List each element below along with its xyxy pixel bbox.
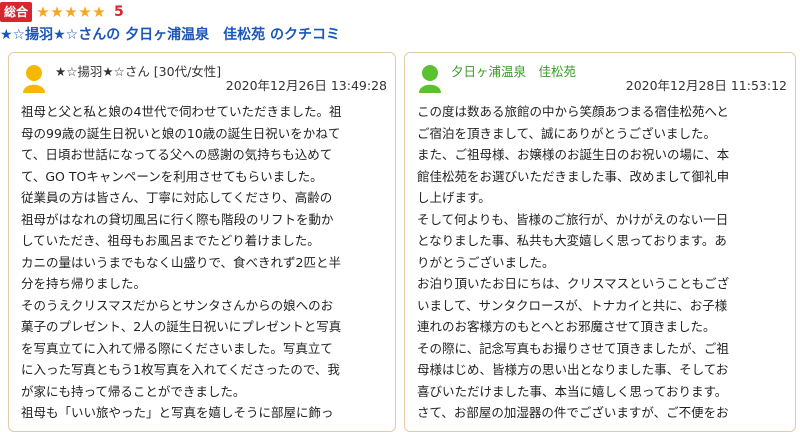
review-line: 分を持ち帰りました。 xyxy=(21,276,147,291)
reviewer-name: ★☆揚羽★☆さん [30代/女性] xyxy=(55,64,222,79)
reply-line: 館佳松苑をお選びいただきました事、改めまして御礼申 xyxy=(417,168,730,184)
review-date: 2020年12月26日 13:49:28 xyxy=(225,78,387,93)
reply-line: また、ご祖母様、お嬢様のお誕生日のお祝いの場に、本 xyxy=(417,147,730,162)
star-rating: ★ ★ ★ ★ ★ xyxy=(36,4,106,20)
star-icon: ★ xyxy=(92,3,106,21)
reply-line: し上げます。 xyxy=(417,190,491,205)
rating-score: 5 xyxy=(114,4,124,20)
reply-body: この度は数ある旅館の中から笑顔あつまる宿佳松苑へと ご宿泊を頂きまして、誠にあり… xyxy=(417,101,787,424)
review-line: が家にも持って帰ることができました。 xyxy=(21,383,246,399)
review-line: を写真立てに入れて帰る際にくださいました。写真立て xyxy=(21,340,333,356)
review-line: 母の99歳の誕生日祝いと娘の10歳の誕生日祝いをかねて xyxy=(21,125,341,141)
reply-date: 2020年12月28日 11:53:12 xyxy=(625,78,787,93)
rating-row: 総合 ★ ★ ★ ★ ★ 5 xyxy=(0,2,124,22)
reply-line: 連れのお客様方のもとへとお邪魔させて頂きました。 xyxy=(417,319,716,334)
user-avatar-icon xyxy=(23,65,45,93)
reply-line: 喜びいただけました事、本当に嬉しく思っております。 xyxy=(417,383,728,399)
review-line: 祖母がはなれの貸切風呂に行く際も階段のリフトを動か xyxy=(21,211,334,227)
review-line: そのうえクリスマスだからとサンタさんからの娘へのお xyxy=(21,297,334,313)
review-line: 従業員の方は皆さん、丁寧に対応してくださり、高齢の xyxy=(21,190,333,205)
review-line: カニの量はいうまでもなく山盛りで、食べきれず2匹と半 xyxy=(21,254,341,270)
star-icon: ★ xyxy=(78,3,92,21)
review-line: 祖母も「いい旅やった」と写真を嬉しそうに部屋に飾っ xyxy=(21,405,334,420)
reply-line: その際に、記念写真もお撮りさせて頂きましたが、ご祖 xyxy=(417,340,729,356)
reply-line: いまして、サンタクロースが、トナカイと共に、お子様 xyxy=(417,297,728,313)
guest-review-header: ★☆揚羽★☆さん [30代/女性] 2020年12月26日 13:49:28 xyxy=(9,53,395,95)
review-line: に入った写真ともう1枚写真を入れてくださったので、我 xyxy=(21,362,340,377)
reply-line: りがとうございました。 xyxy=(417,254,555,270)
star-icon: ★ xyxy=(50,3,64,21)
star-icon: ★ xyxy=(36,3,50,21)
reply-line: となりました事、私共も大変嬉しく思っております。あ xyxy=(417,233,727,248)
review-line: て、日頃お世話になってる父への感謝の気持ちも込めて xyxy=(21,147,333,162)
reply-line: ご宿泊を頂きまして、誠にありがとうございました。 xyxy=(417,125,717,141)
hotel-reply-header: 夕日ヶ浦温泉 佳松苑 2020年12月28日 11:53:12 xyxy=(405,53,795,95)
review-title[interactable]: ★☆揚羽★☆さんの 夕日ヶ浦温泉 佳松苑 のクチコミ xyxy=(0,24,340,44)
reply-line: この度は数ある旅館の中から笑顔あつまる宿佳松苑へと xyxy=(417,104,729,119)
reply-line: 母様はじめ、皆様方の思い出となりました事、そしてお xyxy=(417,362,729,377)
reply-line: そして何よりも、皆様のご旅行が、かけがえのない一日 xyxy=(417,211,729,227)
review-line: て、GO TOキャンペーンを利用させてもらいました。 xyxy=(21,168,323,184)
reply-line: さて、お部屋の加湿器の件でございますが、ご不便をお xyxy=(417,405,729,420)
guest-review-card: ★☆揚羽★☆さん [30代/女性] 2020年12月26日 13:49:28 祖… xyxy=(8,52,396,432)
review-body: 祖母と父と私と娘の4世代で伺わせていただきました。祖 母の99歳の誕生日祝いと娘… xyxy=(21,101,383,424)
review-line: 祖母と父と私と娘の4世代で伺わせていただきました。祖 xyxy=(21,104,342,119)
hotel-name: 夕日ヶ浦温泉 佳松苑 xyxy=(451,64,577,79)
star-icon: ★ xyxy=(64,3,78,21)
review-line: していただき、祖母もお風呂までたどり着けました。 xyxy=(21,233,320,248)
hotel-avatar-icon xyxy=(419,65,441,93)
reply-line: お泊り頂いたお日にちは、クリスマスということもござ xyxy=(417,276,730,291)
review-line: 菓子のプレゼント、2人の誕生日祝いにプレゼントと写真 xyxy=(21,319,342,334)
overall-badge: 総合 xyxy=(0,2,33,22)
hotel-reply-card: 夕日ヶ浦温泉 佳松苑 2020年12月28日 11:53:12 この度は数ある旅… xyxy=(404,52,796,432)
